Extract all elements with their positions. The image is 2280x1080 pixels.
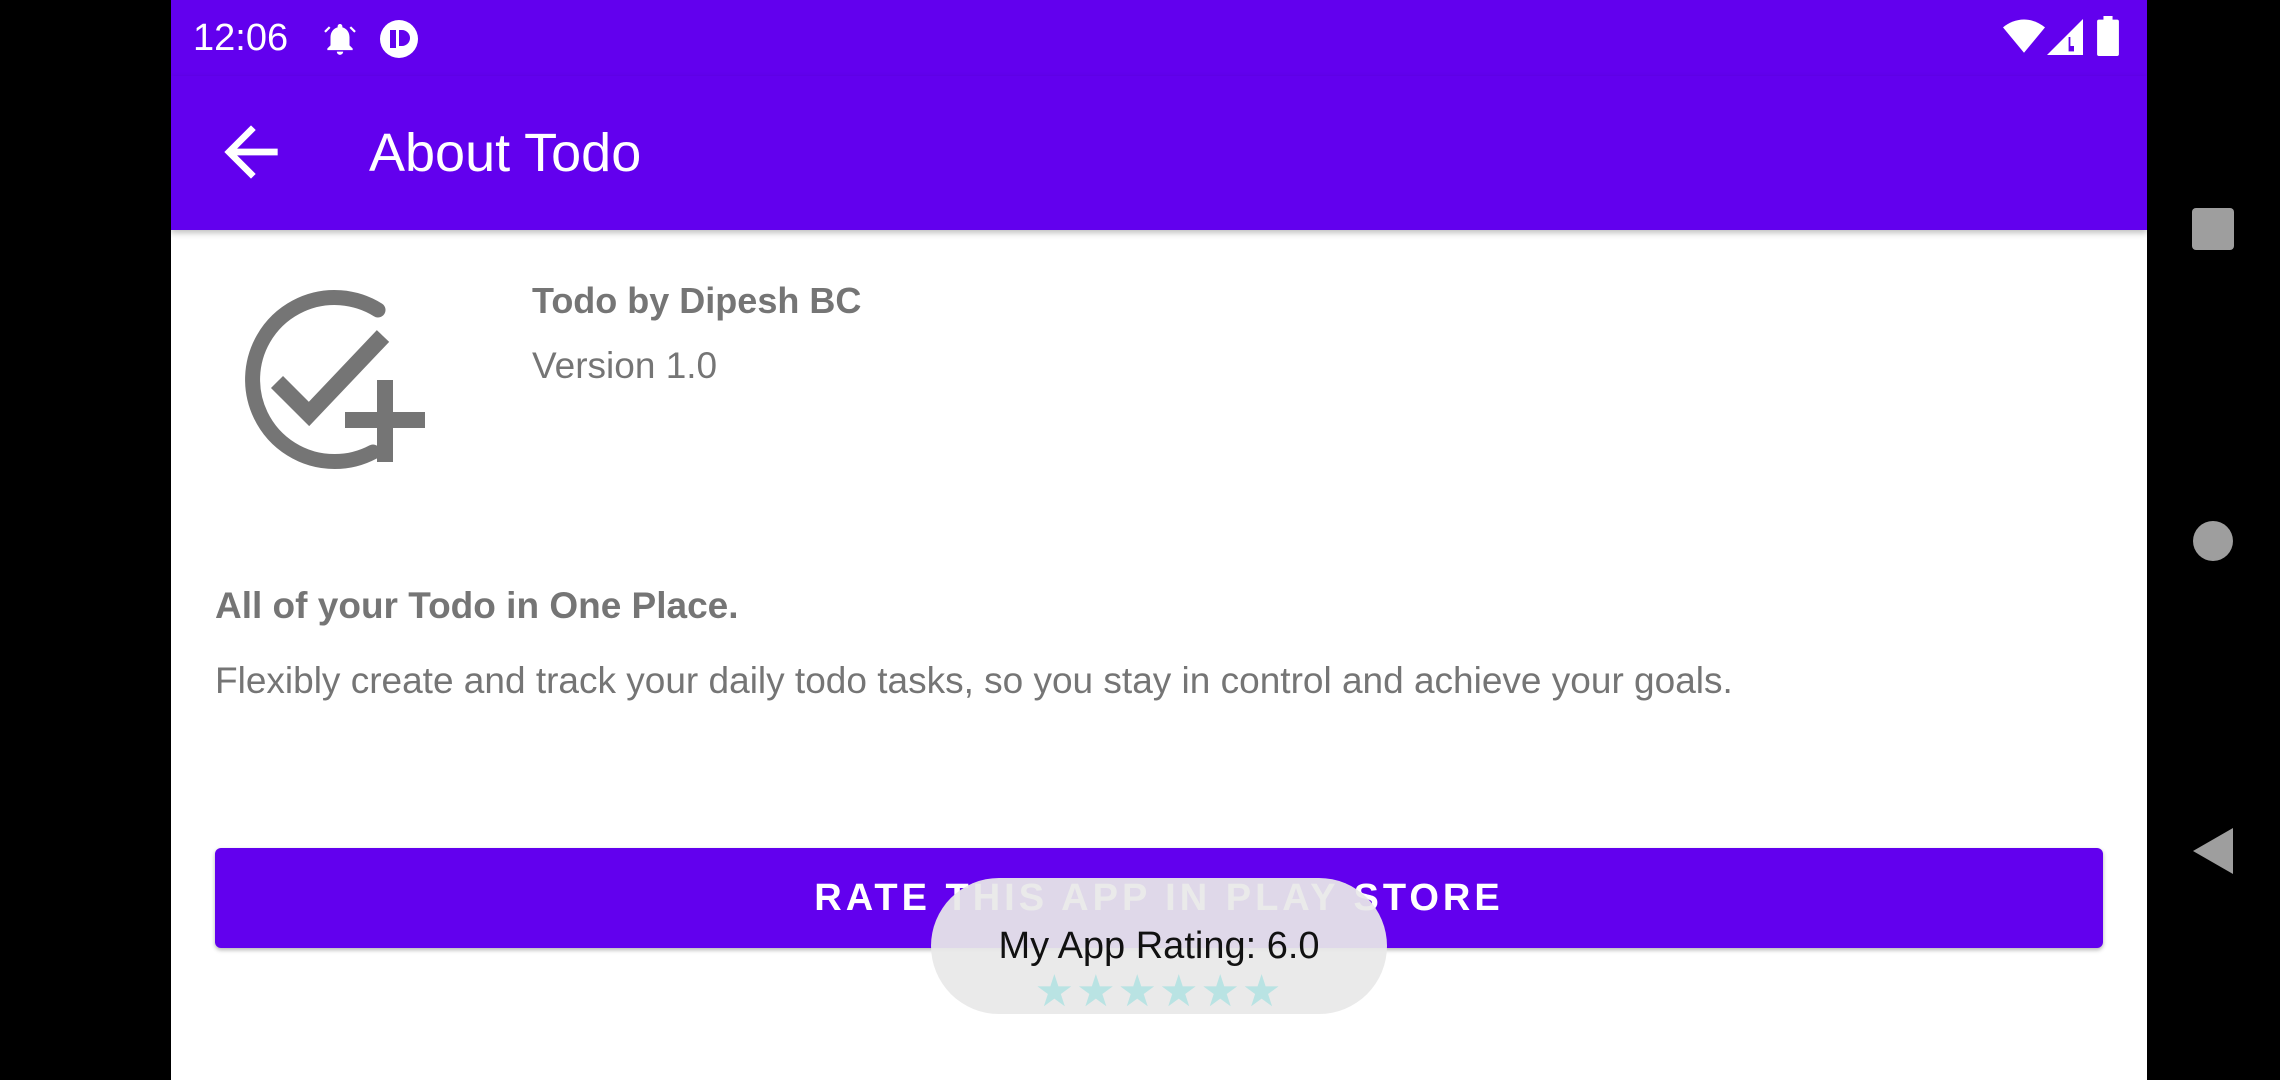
back-button[interactable] — [211, 112, 291, 192]
app-bar: About Todo — [171, 76, 2147, 230]
status-time: 12:06 — [193, 17, 289, 59]
toast-text: My App Rating: 6.0 — [998, 925, 1320, 967]
signal-icon — [2047, 19, 2083, 55]
status-bar: 12:06 — [171, 0, 2147, 76]
check-circle-plus-icon — [245, 290, 425, 470]
battery-icon — [2097, 16, 2119, 56]
rating-stars: ★★★★★★ — [1034, 967, 1284, 1016]
recents-icon[interactable] — [2192, 208, 2234, 250]
page-title: About Todo — [369, 123, 642, 183]
app-name: Todo by Dipesh BC — [532, 280, 862, 321]
app-version: Version 1.0 — [532, 345, 718, 386]
app-tagline: All of your Todo in One Place. — [215, 585, 739, 626]
alarm-icon — [324, 23, 356, 55]
notification-app-icon — [380, 20, 418, 58]
home-icon[interactable] — [2192, 520, 2234, 562]
app-description: Flexibly create and track your daily tod… — [215, 660, 1733, 701]
wifi-icon — [2003, 19, 2045, 53]
rating-toast: My App Rating: 6.0 ★★★★★★ — [931, 878, 1387, 1014]
app-screen: 12:06 About Todo Todo by Dipesh BC Versi… — [171, 0, 2147, 1080]
arrow-back-icon — [224, 125, 278, 179]
system-nav-bar — [2147, 0, 2280, 1080]
back-icon[interactable] — [2193, 828, 2233, 874]
